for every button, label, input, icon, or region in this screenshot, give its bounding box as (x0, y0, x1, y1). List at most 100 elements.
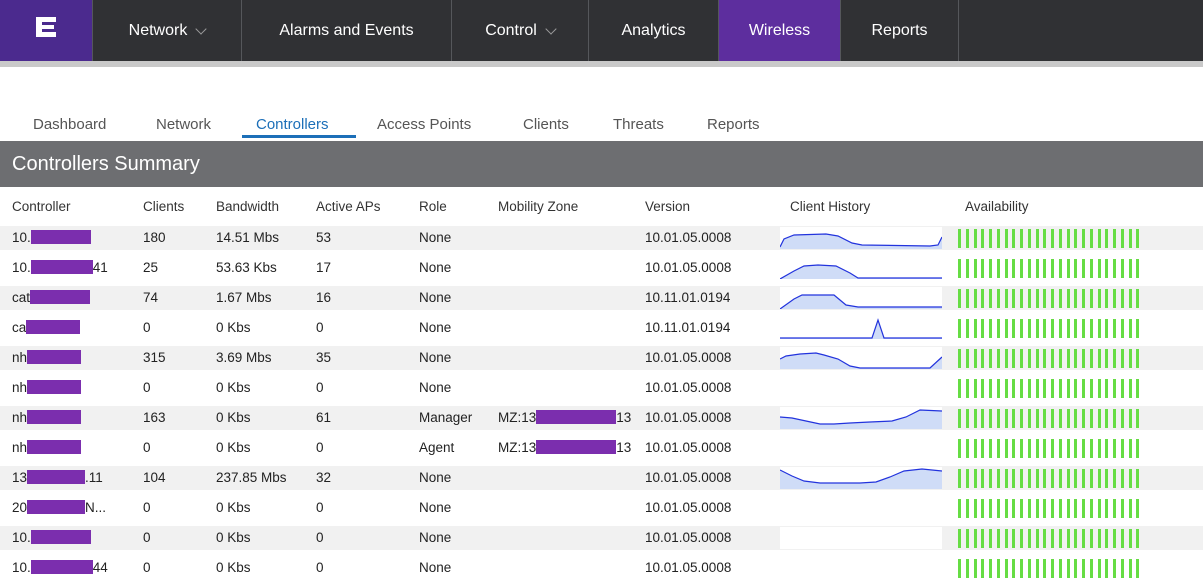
nav-network[interactable]: Network (92, 0, 241, 61)
controller-cell[interactable]: cat (12, 290, 91, 305)
availability-bar (1066, 319, 1070, 338)
table-row[interactable]: nh 315 3.69 Mbs 35 None 10.01.05.0008 (0, 346, 1203, 370)
table-row[interactable]: cat 74 1.67 Mbs 16 None 10.11.01.0194 (0, 286, 1203, 310)
tab-clients[interactable]: Clients (523, 116, 569, 133)
client-history-sparkline (779, 287, 942, 310)
controller-cell[interactable]: nh (12, 350, 82, 365)
column-header-active-aps[interactable]: Active APs (316, 199, 381, 214)
column-header-client-history[interactable]: Client History (790, 199, 870, 214)
table-row[interactable]: ca 0 0 Kbs 0 None 10.11.01.0194 (0, 316, 1203, 340)
availability-bar (1020, 529, 1023, 548)
availability-bar (1012, 499, 1016, 518)
role-cell: None (419, 230, 452, 245)
role-cell: Manager (419, 410, 473, 425)
mobility-zone-suffix: 13 (616, 410, 632, 425)
availability-bar (1012, 469, 1016, 488)
redaction-block (30, 530, 91, 544)
availability-bar (989, 409, 992, 428)
controller-cell[interactable]: nh (12, 380, 82, 395)
role-cell: None (419, 530, 452, 545)
controller-name-suffix: N... (85, 500, 107, 515)
version-cell: 10.01.05.0008 (645, 500, 732, 515)
tab-access-points[interactable]: Access Points (377, 116, 471, 133)
table-row[interactable]: 10. 0 0 Kbs 0 None 10.01.05.0008 (0, 526, 1203, 550)
availability-bar (989, 349, 992, 368)
column-header-bandwidth[interactable]: Bandwidth (216, 199, 279, 214)
tab-reports[interactable]: Reports (707, 116, 760, 133)
availability-bar (1074, 229, 1078, 248)
availability-bar (958, 229, 961, 248)
client-history-sparkline (780, 377, 942, 399)
home-logo-button[interactable] (0, 0, 92, 61)
version-cell: 10.01.05.0008 (645, 560, 732, 575)
availability-bar (1136, 469, 1140, 488)
table-row[interactable]: 10. 41 25 53.63 Kbs 17 None 10.01.05.0008 (0, 256, 1203, 280)
nav-alarms-and-events[interactable]: Alarms and Events (241, 0, 451, 61)
controller-cell[interactable]: 10. 41 (12, 260, 108, 275)
nav-wireless-label: Wireless (748, 22, 811, 39)
availability-bar (1089, 439, 1093, 458)
availability-bar (1113, 499, 1116, 518)
availability-bar (1128, 289, 1132, 308)
availability-bar (1043, 409, 1047, 428)
availability-bar (996, 259, 1000, 278)
controller-cell[interactable]: 20 N... (12, 500, 106, 515)
availability-bar (996, 379, 1000, 398)
availability-bar (1120, 409, 1124, 428)
availability-bar (1051, 349, 1054, 368)
panel-title: Controllers Summary (0, 141, 1203, 187)
controller-cell[interactable]: 10. (12, 230, 91, 245)
controller-cell[interactable]: nh (12, 410, 82, 425)
clients-cell: 0 (143, 320, 151, 335)
availability-bar (958, 289, 961, 308)
availability-bar (1051, 469, 1054, 488)
column-header-role[interactable]: Role (419, 199, 447, 214)
availability-bar (1066, 349, 1070, 368)
availability-bar (1027, 229, 1031, 248)
column-header-version[interactable]: Version (645, 199, 690, 214)
controller-cell[interactable]: 10. (12, 530, 91, 545)
controller-cell[interactable]: nh (12, 440, 82, 455)
column-header-mobility-zone[interactable]: Mobility Zone (498, 199, 578, 214)
tab-dashboard[interactable]: Dashboard (33, 116, 106, 133)
availability-bar (958, 409, 961, 428)
clients-cell: 104 (143, 470, 166, 485)
tab-network[interactable]: Network (156, 116, 211, 133)
controller-cell[interactable]: 13.11 (12, 470, 103, 485)
controller-cell[interactable]: ca (12, 320, 81, 335)
active-aps-cell: 16 (316, 290, 332, 305)
column-header-clients[interactable]: Clients (143, 199, 184, 214)
tab-threats[interactable]: Threats (613, 116, 664, 133)
availability-bar (1097, 409, 1101, 428)
table-row[interactable]: nh 0 0 Kbs 0 None 10.01.05.0008 (0, 376, 1203, 400)
table-row[interactable]: 20 N... 0 0 Kbs 0 None 10.01.05.0008 (0, 496, 1203, 520)
availability-bar (1012, 559, 1016, 578)
table-row[interactable]: 10. 180 14.51 Mbs 53 None 10.01.05.0008 (0, 226, 1203, 250)
role-cell: None (419, 290, 452, 305)
availability-bar (965, 259, 969, 278)
controller-name-prefix: nh (12, 410, 28, 425)
table-row[interactable]: nh 163 0 Kbs 61 Manager MZ:13 13 10.01.05.0008 (0, 406, 1203, 430)
availability-bar (1035, 259, 1039, 278)
nav-analytics[interactable]: Analytics (588, 0, 718, 61)
availability-bar (1058, 259, 1062, 278)
table-row[interactable]: nh 0 0 Kbs 0 Agent MZ:13 13 10.01.05.0008 (0, 436, 1203, 460)
nav-control[interactable]: Control (451, 0, 588, 61)
availability-bar (1051, 319, 1054, 338)
role-cell: None (419, 380, 452, 395)
nav-wireless[interactable]: Wireless (718, 0, 840, 61)
availability-bar (1035, 469, 1039, 488)
version-cell: 10.01.05.0008 (645, 440, 732, 455)
column-header-availability[interactable]: Availability (965, 199, 1029, 214)
availability-bar (1051, 529, 1054, 548)
availability-bars (958, 499, 1144, 518)
nav-reports[interactable]: Reports (840, 0, 958, 61)
availability-bar (1128, 229, 1132, 248)
column-header-controller[interactable]: Controller (12, 199, 71, 214)
controller-cell[interactable]: 10. 44 (12, 560, 108, 575)
table-row[interactable]: 10. 44 0 0 Kbs 0 None 10.01.05.0008 (0, 556, 1203, 580)
availability-bar (973, 379, 977, 398)
tab-controllers[interactable]: Controllers (256, 116, 329, 133)
table-row[interactable]: 13.11 104 237.85 Mbs 32 None 10.01.05.0008 (0, 466, 1203, 490)
redaction-block (26, 320, 81, 334)
